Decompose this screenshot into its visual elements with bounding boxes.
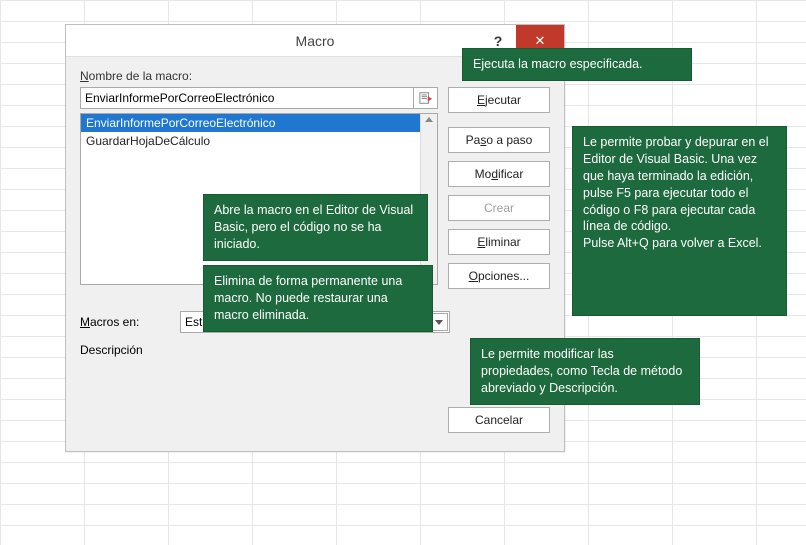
callout-run: Ejecuta la macro especificada. (462, 48, 692, 81)
callout-delete: Elimina de forma permanente una macro. N… (203, 265, 433, 332)
cancel-button[interactable]: Cancelar (448, 407, 550, 433)
options-button[interactable]: Opciones... (448, 263, 550, 289)
callout-modify: Abre la macro en el Editor de Visual Bas… (203, 194, 428, 261)
list-item[interactable]: EnviarInformePorCorreoElectrónico (81, 114, 437, 132)
run-button[interactable]: Ejecutar (448, 87, 550, 113)
delete-button[interactable]: Eliminar (448, 229, 550, 255)
run-macro-icon[interactable] (414, 87, 438, 109)
callout-step: Le permite probar y depurar en el Editor… (572, 126, 787, 316)
macro-name-input[interactable] (80, 87, 414, 109)
macros-in-label: Macros en: (80, 315, 170, 329)
create-button: Crear (448, 195, 550, 221)
callout-options: Le permite modificar las propiedades, co… (470, 338, 700, 405)
list-item[interactable]: GuardarHojaDeCálculo (81, 132, 437, 150)
macro-name-label: Nombre de la macro: (80, 69, 438, 83)
step-button[interactable]: Paso a paso (448, 127, 550, 153)
edit-button[interactable]: Modificar (448, 161, 550, 187)
